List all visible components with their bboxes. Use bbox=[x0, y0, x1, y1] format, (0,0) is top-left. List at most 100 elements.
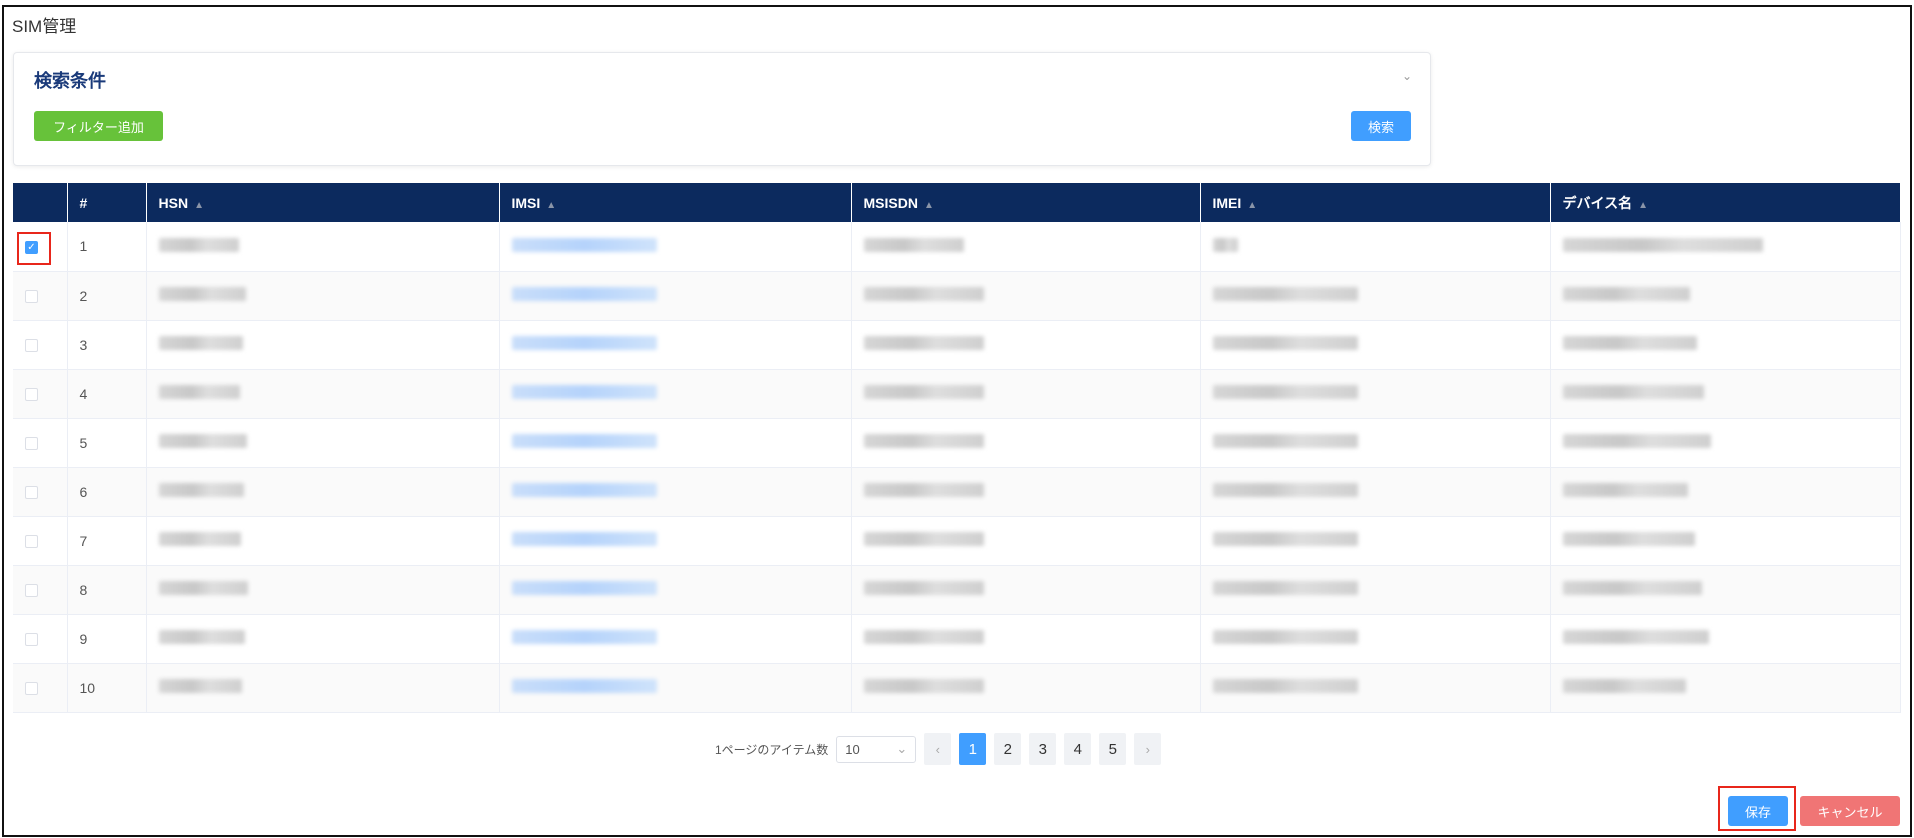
table-row[interactable]: 6 bbox=[13, 467, 1901, 517]
sort-icon[interactable]: ▲ bbox=[546, 200, 556, 211]
redacted-text bbox=[158, 532, 241, 546]
redacted-text bbox=[863, 237, 964, 252]
hsn-cell bbox=[146, 369, 500, 419]
imsi-cell[interactable] bbox=[499, 565, 852, 615]
row-checkbox[interactable] bbox=[25, 339, 38, 353]
table-row[interactable]: 4 bbox=[13, 369, 1901, 419]
redacted-text bbox=[863, 581, 984, 595]
row-checkbox[interactable] bbox=[25, 388, 38, 402]
row-checkbox[interactable] bbox=[25, 535, 38, 549]
redacted-link[interactable] bbox=[511, 483, 657, 497]
sort-icon[interactable]: ▲ bbox=[1247, 200, 1257, 211]
hsn-cell bbox=[146, 565, 500, 615]
column-header-msisdn[interactable]: MSISDN ▲ bbox=[851, 183, 1201, 222]
row-select-cell bbox=[13, 369, 68, 419]
imsi-cell[interactable] bbox=[499, 369, 852, 419]
add-filter-button[interactable]: フィルター追加 bbox=[34, 111, 163, 141]
redacted-text bbox=[158, 336, 243, 350]
redacted-link[interactable] bbox=[511, 630, 657, 644]
table-row[interactable]: 3 bbox=[13, 320, 1901, 370]
per-page-select[interactable]: 10 ⌄ bbox=[836, 735, 917, 763]
column-header-imei[interactable]: IMEI ▲ bbox=[1200, 183, 1551, 222]
redacted-link[interactable] bbox=[511, 679, 657, 693]
page-button-2[interactable]: 2 bbox=[994, 733, 1022, 765]
row-checkbox[interactable] bbox=[25, 290, 38, 304]
table-row[interactable]: ✓ 1 bbox=[13, 222, 1901, 272]
table-row[interactable]: 7 bbox=[13, 516, 1901, 566]
imsi-cell[interactable] bbox=[499, 663, 852, 713]
sort-icon[interactable]: ▲ bbox=[924, 200, 934, 211]
redacted-text bbox=[863, 287, 984, 301]
redacted-link[interactable] bbox=[511, 385, 657, 399]
page-button-3[interactable]: 3 bbox=[1029, 733, 1057, 765]
page-button-4[interactable]: 4 bbox=[1064, 733, 1092, 765]
redacted-text bbox=[158, 237, 239, 252]
imei-cell bbox=[1200, 565, 1551, 615]
search-conditions-title: 検索条件 bbox=[34, 71, 106, 91]
row-select-cell bbox=[13, 320, 68, 370]
row-checkbox[interactable] bbox=[25, 682, 38, 696]
row-index: 3 bbox=[67, 320, 147, 370]
row-select-cell bbox=[13, 418, 68, 468]
imsi-cell[interactable] bbox=[499, 418, 852, 468]
redacted-text bbox=[1562, 434, 1711, 448]
row-index: 8 bbox=[67, 565, 147, 615]
redacted-text bbox=[1212, 434, 1358, 448]
row-index: 6 bbox=[67, 467, 147, 517]
save-button[interactable]: 保存 bbox=[1728, 796, 1788, 826]
redacted-link[interactable] bbox=[511, 532, 657, 546]
sort-icon[interactable]: ▲︎ bbox=[194, 200, 204, 211]
table-row[interactable]: 5 bbox=[13, 418, 1901, 468]
hsn-cell bbox=[146, 418, 500, 468]
imsi-cell[interactable] bbox=[499, 320, 852, 370]
table-row[interactable]: 2 bbox=[13, 271, 1901, 321]
imsi-cell[interactable] bbox=[499, 271, 852, 321]
sort-icon[interactable]: ▲ bbox=[1638, 200, 1648, 211]
redacted-link[interactable] bbox=[511, 336, 657, 350]
search-button[interactable]: 検索 bbox=[1351, 111, 1411, 141]
prev-page-button[interactable]: ‹ bbox=[924, 733, 952, 765]
redacted-link[interactable] bbox=[511, 237, 657, 252]
device-name-cell bbox=[1550, 467, 1901, 517]
msisdn-cell bbox=[851, 222, 1201, 272]
redacted-text bbox=[863, 385, 984, 399]
hsn-cell bbox=[146, 467, 500, 517]
redacted-text bbox=[1562, 630, 1709, 644]
hsn-cell bbox=[146, 271, 500, 321]
imei-cell bbox=[1200, 418, 1551, 468]
row-checkbox[interactable] bbox=[25, 486, 38, 500]
device-name-cell bbox=[1550, 516, 1901, 566]
row-select-cell bbox=[13, 271, 68, 321]
redacted-text bbox=[863, 679, 984, 693]
row-select-cell bbox=[13, 516, 68, 566]
imsi-cell[interactable] bbox=[499, 516, 852, 566]
imsi-cell[interactable] bbox=[499, 222, 852, 272]
imei-cell bbox=[1200, 663, 1551, 713]
chevron-down-icon[interactable]: ⌄ bbox=[1402, 69, 1412, 83]
redacted-text bbox=[1212, 630, 1358, 644]
row-checkbox[interactable] bbox=[25, 633, 38, 647]
imei-cell bbox=[1200, 320, 1551, 370]
redacted-text bbox=[863, 336, 984, 350]
imsi-cell[interactable] bbox=[499, 467, 852, 517]
cancel-button[interactable]: キャンセル bbox=[1800, 796, 1900, 826]
column-header-device-name[interactable]: デバイス名 ▲ bbox=[1550, 183, 1901, 222]
redacted-link[interactable] bbox=[511, 581, 657, 595]
redacted-text bbox=[1212, 679, 1358, 693]
table-row[interactable]: 8 bbox=[13, 565, 1901, 615]
redacted-link[interactable] bbox=[511, 434, 657, 448]
page-button-1[interactable]: 1 bbox=[959, 733, 987, 765]
column-header-hsn[interactable]: HSN ▲︎ bbox=[146, 183, 500, 222]
next-page-button[interactable]: › bbox=[1134, 733, 1162, 765]
imei-cell bbox=[1200, 614, 1551, 664]
row-checkbox[interactable] bbox=[25, 584, 38, 598]
column-header-imsi[interactable]: IMSI ▲ bbox=[499, 183, 852, 222]
redacted-link[interactable] bbox=[511, 287, 657, 301]
table-row[interactable]: 10 bbox=[13, 663, 1901, 713]
row-select-cell bbox=[13, 614, 68, 664]
row-checkbox[interactable] bbox=[25, 437, 38, 451]
table-row[interactable]: 9 bbox=[13, 614, 1901, 664]
imsi-cell[interactable] bbox=[499, 614, 852, 664]
redacted-text bbox=[1212, 287, 1358, 301]
page-button-5[interactable]: 5 bbox=[1099, 733, 1127, 765]
